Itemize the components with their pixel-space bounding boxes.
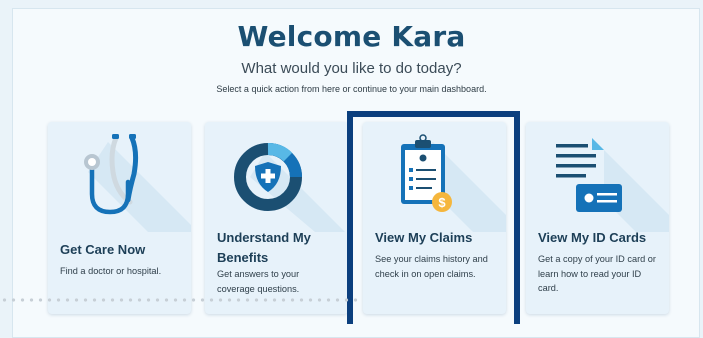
card-view-id-cards[interactable]: View My ID Cards Get a copy of your ID c… bbox=[526, 122, 669, 314]
card-description: Get answers to your coverage questions. bbox=[217, 269, 300, 294]
dotted-divider bbox=[0, 297, 360, 303]
card-title: Get Care Now bbox=[60, 242, 146, 257]
card-understand-benefits[interactable]: Understand My Benefits Get answers to yo… bbox=[205, 122, 348, 314]
helper-text: Select a quick action from here or conti… bbox=[216, 84, 487, 94]
selected-card-highlight bbox=[347, 111, 520, 324]
card-description: Find a doctor or hospital. bbox=[60, 266, 162, 276]
card-title: Understand My Benefits bbox=[217, 230, 311, 265]
stethoscope-icon bbox=[84, 134, 191, 232]
shield-donut-icon bbox=[234, 143, 348, 232]
page-title: Welcome Kara bbox=[237, 20, 466, 53]
card-description: Get a copy of your ID card or learn how … bbox=[538, 254, 656, 293]
id-card-icon bbox=[554, 138, 669, 232]
page-subtitle: What would you like to do today? bbox=[241, 60, 462, 77]
card-title: View My ID Cards bbox=[538, 230, 647, 245]
card-get-care-now[interactable]: Get Care Now Find a doctor or hospital. bbox=[48, 122, 191, 314]
